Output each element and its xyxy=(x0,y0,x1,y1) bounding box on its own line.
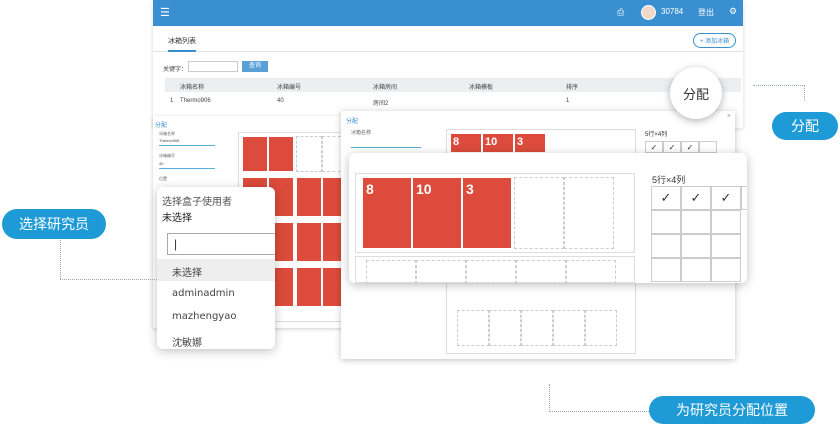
box-label: 8 xyxy=(453,136,460,148)
box-label: 8 xyxy=(366,181,374,197)
callout-label: 分配 xyxy=(682,87,709,103)
table-header xyxy=(165,78,741,92)
check-mark: ✓ xyxy=(720,190,732,205)
pill-label: 为研究员分配位置 xyxy=(676,403,788,419)
print-icon[interactable]: ⎙ xyxy=(617,7,624,18)
box-label: 10 xyxy=(416,181,432,197)
col-header: 冰箱房间 xyxy=(373,85,398,91)
field-value: 40 xyxy=(159,161,164,166)
field-label: 冰箱名称 xyxy=(159,131,175,136)
option-user[interactable]: 沈敏娜 xyxy=(172,334,202,349)
cell-order: 1 xyxy=(566,98,570,104)
menu-icon[interactable]: ☰ xyxy=(160,6,170,19)
grid-size-label: 5行×4列 xyxy=(645,132,668,138)
slot-empty[interactable] xyxy=(681,258,711,282)
field-label: 冰箱编号 xyxy=(159,153,175,158)
field-label: 冰箱名称 xyxy=(351,130,372,136)
slot-checked[interactable]: ✓ xyxy=(711,186,741,210)
slot-empty[interactable] xyxy=(651,234,681,258)
pill-label: 分配 xyxy=(791,119,819,135)
dropdown-current-value[interactable]: 未选择 xyxy=(162,209,192,224)
slot-empty[interactable] xyxy=(681,234,711,258)
slot-empty[interactable] xyxy=(681,210,711,234)
allocate-position-pill: 为研究员分配位置 xyxy=(649,396,815,424)
avatar[interactable] xyxy=(641,5,656,20)
row-index: 1 xyxy=(170,98,174,104)
field-value: Thermo906 xyxy=(159,138,180,143)
search-button[interactable]: 查询 xyxy=(242,61,268,72)
zoom-panel: 8 10 3 5行×4列 ✓ ✓ ✓ xyxy=(349,153,747,284)
choose-researcher-pill: 选择研究员 xyxy=(2,209,106,239)
box-label: 3 xyxy=(466,181,474,197)
tab-bar: 冰箱列表 + 添加冰箱 xyxy=(153,28,743,52)
pill-label: 选择研究员 xyxy=(19,217,89,233)
slot-empty[interactable] xyxy=(711,210,741,234)
search-input[interactable] xyxy=(188,61,238,72)
top-bar: ☰ ⎙ 30784 登出 ⚙ xyxy=(153,0,743,26)
slot-checked[interactable]: ✓ xyxy=(651,186,681,210)
col-header: 冰箱模板 xyxy=(469,85,494,91)
assign-pill: 分配 xyxy=(772,112,838,140)
cell-code: 40 xyxy=(277,98,284,104)
box-label: 3 xyxy=(517,136,524,148)
add-fridge-button[interactable]: + 添加冰箱 xyxy=(693,33,737,48)
box-label: 10 xyxy=(485,136,498,148)
slot-empty[interactable] xyxy=(741,186,747,210)
check-mark: ✓ xyxy=(690,190,702,205)
col-header: 排序 xyxy=(566,85,579,91)
slot-empty[interactable] xyxy=(711,234,741,258)
field-label: 位置 xyxy=(159,176,167,181)
slot-empty[interactable] xyxy=(651,258,681,282)
tab-fridge-list[interactable]: 冰箱列表 xyxy=(168,36,196,52)
slot-checked[interactable]: ✓ xyxy=(681,186,711,210)
gear-icon[interactable]: ⚙ xyxy=(729,6,737,17)
slot-empty[interactable] xyxy=(699,141,717,153)
user-select-dropdown: 选择盒子使用者 未选择 | 未选择 adminadmin mazhengyao … xyxy=(157,187,275,349)
dialog-title: 分配 xyxy=(155,123,168,129)
option-unselected[interactable]: 未选择 xyxy=(172,264,202,279)
check-mark: ✓ xyxy=(660,190,672,205)
main-window: ☰ ⎙ 30784 登出 ⚙ 冰箱列表 + 添加冰箱 关键字： 查询 冰箱名称 … xyxy=(153,0,743,128)
col-header: 冰箱编号 xyxy=(277,85,302,91)
slot-empty[interactable] xyxy=(651,210,681,234)
search-label: 关键字： xyxy=(163,67,188,73)
slot-checked[interactable]: ✓ xyxy=(681,141,699,153)
dialog-title: 分配 xyxy=(346,119,359,125)
zoom-fridge-grid: 8 10 3 xyxy=(355,173,635,253)
cell-name: Thermo906 xyxy=(180,98,211,104)
grid-size-label: 5行×4列 xyxy=(652,175,686,185)
dropdown-search-input[interactable]: | xyxy=(167,233,275,255)
slot-checked[interactable]: ✓ xyxy=(645,141,663,153)
option-user[interactable]: adminadmin xyxy=(172,288,235,299)
option-user[interactable]: mazhengyao xyxy=(172,311,236,322)
cell-room: 房间2 xyxy=(373,101,389,107)
dropdown-label: 选择盒子使用者 xyxy=(162,197,232,208)
slot-empty[interactable] xyxy=(711,258,741,282)
slot-checked[interactable]: ✓ xyxy=(663,141,681,153)
col-header: 冰箱名称 xyxy=(180,85,205,91)
close-icon[interactable]: × xyxy=(727,113,731,120)
user-id: 30784 xyxy=(661,7,684,16)
logout-link[interactable]: 登出 xyxy=(698,7,714,18)
assign-callout[interactable]: 分配 xyxy=(670,67,722,119)
